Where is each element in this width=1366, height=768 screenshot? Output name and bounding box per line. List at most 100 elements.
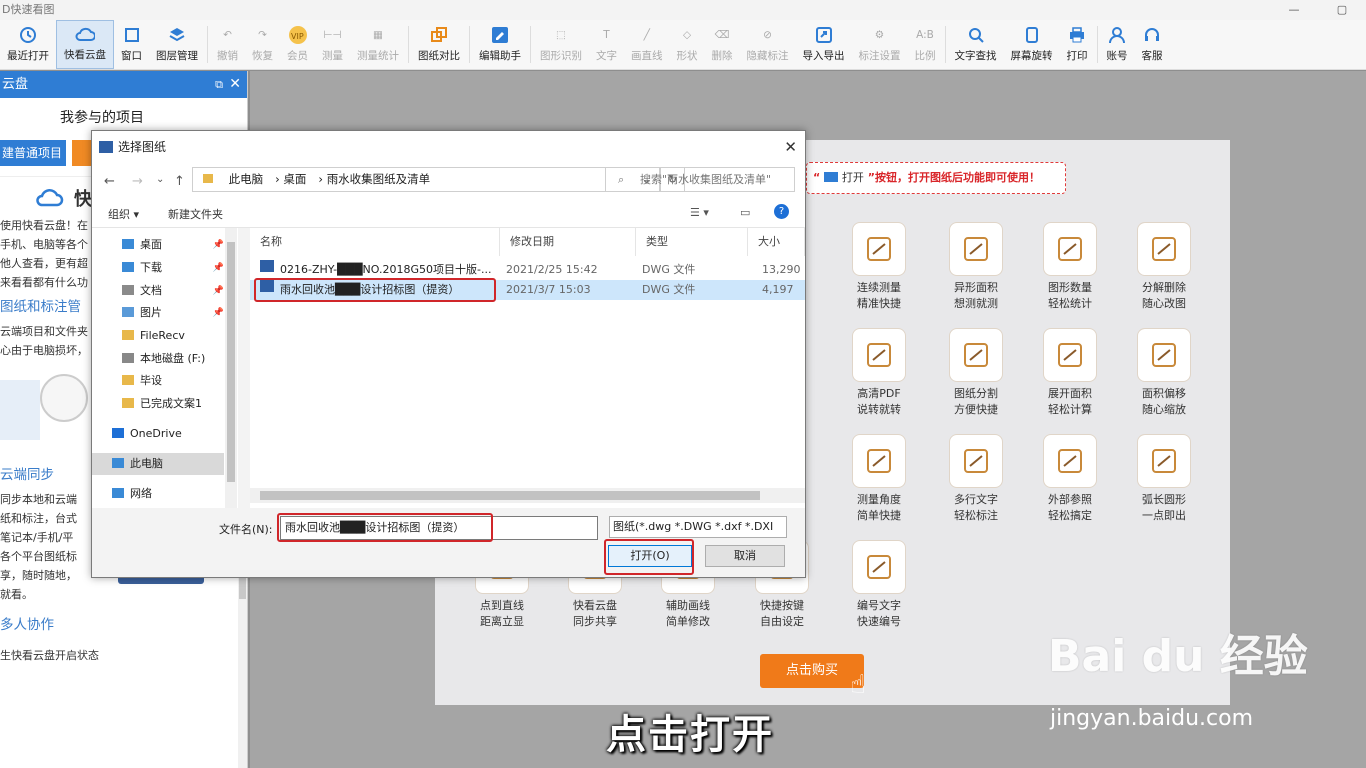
print-icon	[1067, 25, 1087, 45]
breadcrumb-item[interactable]: 桌面	[283, 172, 306, 186]
feature-tile[interactable]: 图形数量 轻松统计	[1030, 222, 1110, 312]
delete-button[interactable]: ⌫ 删除	[705, 20, 740, 69]
shape-recognition-button[interactable]: ⬚ 图形识别	[533, 20, 589, 69]
secondary-project-button[interactable]	[72, 140, 92, 166]
nav-item[interactable]: 文档 📌	[92, 280, 224, 302]
chevron-down-icon[interactable]: ⌄	[156, 174, 164, 185]
cloud-disk-button[interactable]: 快看云盘	[56, 20, 114, 69]
annotation-settings-button[interactable]: ⚙ 标注设置	[852, 20, 908, 69]
vip-button[interactable]: VIP 会员	[280, 20, 315, 69]
column-header-size[interactable]: 大小	[748, 228, 805, 256]
feature-subtitle: 一点即出	[1142, 509, 1186, 522]
nav-item-label: OneDrive	[130, 427, 182, 440]
customer-service-button[interactable]: 客服	[1135, 20, 1170, 69]
rotate-screen-button[interactable]: 屏幕旋转	[1004, 20, 1060, 69]
nav-item[interactable]: 本地磁盘 (F:)	[92, 348, 224, 370]
nav-item[interactable]: 下载 📌	[92, 257, 224, 279]
feature-tile[interactable]: 连续测量 精准快捷	[839, 222, 919, 312]
measure-stats-button[interactable]: ▦ 测量统计	[350, 20, 406, 69]
scale-button[interactable]: A:B 比例	[908, 20, 943, 69]
new-project-button[interactable]: 建普通项目	[0, 140, 66, 166]
feature-tile[interactable]: 展开面积 轻松计算	[1030, 328, 1110, 418]
feature-tile[interactable]: 编号文字 快速编号	[839, 540, 919, 630]
undo-icon: ↶	[223, 29, 232, 41]
import-export-button[interactable]: 导入导出	[796, 20, 852, 69]
back-icon[interactable]: ←	[104, 174, 115, 189]
file-row[interactable]: 0216-ZHY-███NO.2018G50项目十版-... 2021/2/25…	[250, 260, 805, 280]
feature-tile[interactable]: 分解删除 随心改图	[1124, 222, 1204, 312]
undo-button[interactable]: ↶ 撤销	[210, 20, 245, 69]
feature-tile[interactable]: 异形面积 想测就测	[936, 222, 1016, 312]
open-button[interactable]: 打开(O)	[608, 545, 692, 567]
organize-menu[interactable]: 组织 ▾	[108, 206, 139, 222]
feature-subtitle: 轻松计算	[1048, 403, 1092, 416]
column-header-type[interactable]: 类型	[636, 228, 748, 256]
feature-tile[interactable]: 弧长圆形 一点即出	[1124, 434, 1204, 524]
vip-icon: VIP	[288, 25, 308, 45]
feature-tile[interactable]: 多行文字 轻松标注	[936, 434, 1016, 524]
file-row-selected[interactable]: 雨水回收池███设计招标图（提资） 2021/3/7 15:03 DWG 文件 …	[250, 280, 805, 300]
filename-input[interactable]: 雨水回收池███设计招标图（提资）	[280, 516, 598, 540]
layer-management-button[interactable]: 图层管理	[149, 20, 205, 69]
address-bar[interactable]: 此电脑 › 桌面 › 雨水收集图纸及清单 ⌄	[192, 167, 660, 192]
desktop-folder-icon	[122, 239, 134, 249]
measure-button[interactable]: ⊢⊣ 测量	[315, 20, 350, 69]
feature-tile[interactable]: 外部参照 轻松搞定	[1030, 434, 1110, 524]
draw-line-button[interactable]: ╱ 画直线	[624, 20, 670, 69]
nav-item[interactable]: 毕设	[92, 370, 224, 392]
recent-open-button[interactable]: 最近打开	[0, 20, 56, 69]
explode-delete-icon	[1137, 222, 1191, 276]
maximize-button[interactable]: ▢	[1332, 0, 1352, 20]
up-icon[interactable]: ↑	[174, 174, 185, 189]
window-button[interactable]: 窗口	[114, 20, 149, 69]
search-input[interactable]: ⌕ 搜索"雨水收集图纸及清单"	[605, 167, 795, 192]
close-icon[interactable]: ✕	[229, 71, 241, 98]
folder-icon	[824, 172, 839, 182]
text-button[interactable]: T 文字	[589, 20, 624, 69]
view-options-icon[interactable]: ☰ ▾	[690, 206, 709, 219]
forward-icon[interactable]: →	[132, 174, 143, 189]
shape-button[interactable]: ◇ 形状	[670, 20, 705, 69]
hide-annotation-button[interactable]: ⊘ 隐藏标注	[740, 20, 796, 69]
import-export-icon	[814, 25, 834, 45]
preview-pane-icon[interactable]: ▭	[740, 206, 750, 219]
buy-button[interactable]: 点击购买	[760, 654, 864, 688]
nav-item[interactable]: 网络	[92, 483, 224, 505]
nav-item[interactable]: OneDrive	[92, 423, 224, 445]
new-folder-button[interactable]: 新建文件夹	[168, 206, 223, 222]
filetype-select[interactable]: 图纸(*.dwg *.DWG *.dxf *.DXI	[609, 516, 787, 538]
nav-scrollbar[interactable]	[225, 228, 237, 508]
feature-tile[interactable]: 面积偏移 随心缩放	[1124, 328, 1204, 418]
nav-item[interactable]: 图片 📌	[92, 302, 224, 324]
column-header-name[interactable]: 名称	[250, 228, 500, 256]
nav-item[interactable]: 此电脑	[92, 453, 224, 475]
feature-subtitle: 想测就测	[954, 297, 998, 310]
redo-icon: ↷	[258, 29, 267, 41]
edit-assistant-button[interactable]: 编辑助手	[472, 20, 528, 69]
compare-icon	[429, 25, 449, 45]
text-search-button[interactable]: 文字查找	[948, 20, 1004, 69]
print-button[interactable]: 打印	[1060, 20, 1095, 69]
close-icon[interactable]: ✕	[784, 131, 797, 164]
breadcrumb-item[interactable]: 雨水收集图纸及清单	[327, 172, 431, 186]
feature-tile[interactable]: 测量角度 简单快捷	[839, 434, 919, 524]
feature-tile[interactable]: 高清PDF 说转就转	[839, 328, 919, 418]
dwg-xref-icon	[1043, 434, 1097, 488]
minimize-button[interactable]: —	[1284, 0, 1304, 20]
compare-drawings-button[interactable]: 图纸对比	[411, 20, 467, 69]
horizontal-scrollbar[interactable]	[250, 488, 805, 503]
navigation-pane: 桌面 📌 下载 📌 文档 📌 图片 📌 FileRecv 本地磁盘 (F:) 毕设 已完成文案1 One…	[92, 228, 238, 508]
breadcrumb-item[interactable]: 此电脑	[229, 172, 264, 186]
nav-item-label: 此电脑	[130, 457, 163, 470]
account-button[interactable]: 账号	[1100, 20, 1135, 69]
pin-icon[interactable]: ⧉	[215, 71, 223, 98]
redo-button[interactable]: ↷ 恢复	[245, 20, 280, 69]
help-icon[interactable]: ?	[774, 204, 789, 219]
feature-tile[interactable]: 图纸分割 方便快捷	[936, 328, 1016, 418]
nav-item[interactable]: FileRecv	[92, 325, 224, 347]
folder-icon	[122, 375, 134, 385]
cancel-button[interactable]: 取消	[705, 545, 785, 567]
nav-item[interactable]: 已完成文案1	[92, 393, 224, 415]
nav-item[interactable]: 桌面 📌	[92, 234, 224, 256]
column-header-date[interactable]: 修改日期	[500, 228, 636, 256]
